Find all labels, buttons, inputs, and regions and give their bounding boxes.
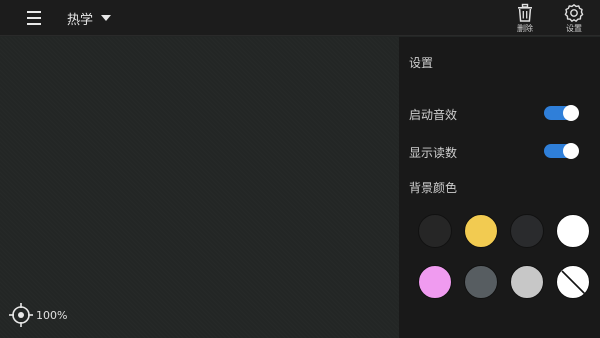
panel-title: 设置 (409, 56, 434, 70)
readout-toggle[interactable] (544, 143, 579, 159)
toggle-knob (563, 143, 579, 159)
color-swatch-pink[interactable] (418, 265, 452, 299)
gear-icon (564, 4, 584, 22)
color-swatch-yellow[interactable] (464, 214, 498, 248)
menu-button[interactable] (22, 8, 46, 28)
workspace-canvas[interactable] (0, 37, 399, 338)
zoom-reset-button[interactable]: 100% (8, 302, 67, 328)
menu-icon (27, 11, 41, 25)
subject-dropdown[interactable]: 热学 (67, 8, 112, 28)
color-swatch-none[interactable] (556, 265, 590, 299)
readout-label: 显示读数 (409, 146, 458, 160)
caret-down-icon (101, 15, 112, 21)
sound-label: 启动音效 (409, 108, 458, 122)
sound-toggle[interactable] (544, 105, 579, 121)
bg-color-label: 背景颜色 (409, 181, 458, 195)
no-color-icon (561, 270, 587, 296)
settings-panel: 设置 启动音效 显示读数 背景颜色 (399, 37, 600, 338)
color-swatch-charcoal[interactable] (510, 214, 544, 248)
crosshair-icon (9, 303, 33, 327)
color-swatch-gray[interactable] (464, 265, 498, 299)
color-swatch-dark[interactable] (418, 214, 452, 248)
subject-label: 热学 (67, 12, 94, 28)
settings-label: 设置 (566, 24, 582, 33)
zoom-level: 100% (36, 308, 68, 322)
delete-button[interactable]: 删除 (508, 3, 542, 35)
delete-label: 删除 (517, 24, 533, 33)
settings-button[interactable]: 设置 (557, 3, 591, 35)
color-swatch-white[interactable] (556, 214, 590, 248)
color-swatch-light-gray[interactable] (510, 265, 544, 299)
trash-icon (518, 3, 532, 22)
toggle-knob (563, 105, 579, 121)
top-bar: 热学 删除 设置 (0, 0, 600, 36)
